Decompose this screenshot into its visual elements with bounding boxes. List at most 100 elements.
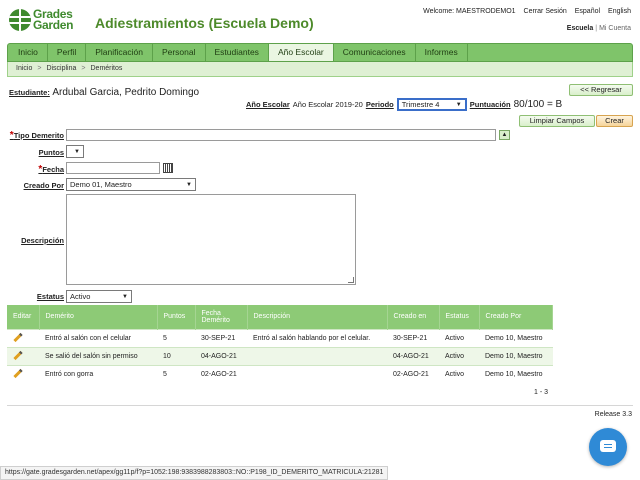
tab-inicio[interactable]: Inicio <box>9 44 48 61</box>
student-info: Estudiante: Ardubal Garcia, Pedrito Domi… <box>9 87 199 98</box>
creado-en-cell: 30-SEP-21 <box>387 328 439 347</box>
back-button[interactable]: << Regresar <box>569 84 633 96</box>
chevron-down-icon: ▼ <box>122 293 128 300</box>
pencil-edit-icon[interactable] <box>13 368 23 378</box>
descripcion-cell <box>247 364 387 383</box>
col-demerito[interactable]: Demérito <box>39 305 158 329</box>
tipo-demerito-label: *Tipo Demerito <box>9 130 64 141</box>
period-select[interactable]: Trimestre 4 ▼ <box>396 98 467 111</box>
subnav: Escuela | Mi Cuenta <box>567 25 631 32</box>
demerits-table: Editar Demérito Puntos Fecha Demérito De… <box>7 305 553 383</box>
demerito-cell: Se salió del salón sin permiso <box>39 346 157 365</box>
descripcion-textarea[interactable] <box>66 194 356 285</box>
welcome-text: Welcome: MAESTRODEMO1 <box>423 8 516 15</box>
create-button[interactable]: Crear <box>596 115 633 127</box>
school-link[interactable]: Escuela <box>567 25 593 32</box>
col-editar[interactable]: Editar <box>7 305 40 329</box>
logout-link[interactable]: Cerrar Sesión <box>524 8 567 15</box>
pencil-edit-icon[interactable] <box>13 332 23 342</box>
edit-cell[interactable] <box>7 346 39 365</box>
tab-estudiantes[interactable]: Estudiantes <box>206 44 269 61</box>
puntos-cell: 10 <box>157 346 195 365</box>
creado-en-cell: 04-AGO-21 <box>387 346 439 365</box>
resize-handle-icon[interactable] <box>348 277 354 283</box>
tab-planificacion[interactable]: Planificación <box>86 44 153 61</box>
col-puntos[interactable]: Puntos <box>157 305 196 329</box>
col-creado-por[interactable]: Creado Por <box>479 305 553 329</box>
lang-en-link[interactable]: English <box>608 8 631 15</box>
breadcrumb-disciplina[interactable]: Disciplina <box>46 65 76 72</box>
creado-por-select[interactable]: Demo 01, Maestro ▼ <box>66 178 196 191</box>
student-label: Estudiante: <box>9 88 50 97</box>
creado-por-cell: Demo 10, Maestro <box>479 328 553 347</box>
estatus-cell: Activo <box>439 328 479 347</box>
chat-icon <box>600 440 616 452</box>
subnav-separator: | <box>595 25 598 32</box>
col-fecha-demerito[interactable]: Fecha Demérito <box>195 305 248 329</box>
creado-por-cell: Demo 10, Maestro <box>479 346 553 365</box>
logo[interactable]: Grades Garden <box>9 7 74 32</box>
descripcion-label: Descripción <box>21 236 64 245</box>
row-count: 1 - 3 <box>534 389 549 396</box>
release-version: Release 3.3 <box>594 411 632 418</box>
puntos-cell: 5 <box>157 328 195 347</box>
tab-personal[interactable]: Personal <box>153 44 206 61</box>
creado-en-cell: 02-AGO-21 <box>387 364 439 383</box>
year-value: Año Escolar 2019-20 <box>292 100 363 109</box>
chevron-down-icon: ▼ <box>74 148 80 155</box>
creado-por-label: Creado Por <box>23 181 64 190</box>
breadcrumb-inicio[interactable]: Inicio <box>16 65 32 72</box>
fecha-cell: 02-AGO-21 <box>195 364 247 383</box>
chevron-down-icon: ▼ <box>455 101 462 108</box>
creado-por-value: Demo 01, Maestro <box>70 180 132 189</box>
main-menu: Inicio Perfil Planificación Personal Est… <box>7 43 633 62</box>
table-row: Entró al salón con el celular 5 30-SEP-2… <box>7 328 553 347</box>
col-descripcion[interactable]: Descripción <box>247 305 388 329</box>
breadcrumb-demeritos: Deméritos <box>90 65 123 72</box>
table-row: Entró con gorra 5 02-AGO-21 02-AGO-21 Ac… <box>7 364 553 383</box>
clear-fields-button[interactable]: Limpiar Campos <box>519 115 595 127</box>
logo-text: Grades Garden <box>33 7 74 32</box>
topbar: Welcome: MAESTRODEMO1 Cerrar Sesión Espa… <box>423 8 631 15</box>
fecha-input[interactable] <box>66 162 160 174</box>
breadcrumb: Inicio > Disciplina > Deméritos <box>7 62 633 77</box>
puntos-select[interactable]: ▼ <box>66 145 84 158</box>
school-year-line: Año Escolar Año Escolar 2019-20 Periodo … <box>246 98 562 111</box>
tab-perfil[interactable]: Perfil <box>48 44 87 61</box>
demerito-cell: Entró con gorra <box>39 364 157 383</box>
lang-es-link[interactable]: Español <box>575 8 600 15</box>
fecha-cell: 04-AGO-21 <box>195 346 247 365</box>
estatus-select[interactable]: Activo ▼ <box>66 290 132 303</box>
fecha-label: *Fecha <box>38 164 64 175</box>
chat-button[interactable] <box>589 428 627 466</box>
tab-ano-escolar[interactable]: Año Escolar <box>268 44 334 61</box>
puntos-cell: 5 <box>157 364 195 383</box>
score-value: 80/100 = B <box>513 99 563 110</box>
chevron-right-icon: > <box>81 65 86 72</box>
divider <box>7 405 633 406</box>
descripcion-cell <box>247 346 387 365</box>
globe-logo-icon <box>9 9 31 31</box>
edit-cell[interactable] <box>7 328 39 347</box>
descripcion-cell: Entró al salón hablando por el celular. <box>247 328 387 347</box>
chevron-right-icon: > <box>37 65 42 72</box>
tab-comunicaciones[interactable]: Comunicaciones <box>334 44 416 61</box>
col-creado-en[interactable]: Creado en <box>387 305 440 329</box>
tab-informes[interactable]: Informes <box>416 44 468 61</box>
status-bar-url: https://gate.gradesgarden.net/apex/gg11p… <box>0 466 389 480</box>
col-estatus[interactable]: Estatus <box>439 305 480 329</box>
expand-icon[interactable]: ▲ <box>499 130 510 140</box>
estatus-cell: Activo <box>439 364 479 383</box>
calendar-icon[interactable] <box>163 163 173 173</box>
tipo-demerito-input[interactable] <box>66 129 496 141</box>
estatus-value: Activo <box>70 292 91 301</box>
edit-cell[interactable] <box>7 364 39 383</box>
fecha-cell: 30-SEP-21 <box>195 328 247 347</box>
demerito-cell: Entró al salón con el celular <box>39 328 157 347</box>
account-link[interactable]: Mi Cuenta <box>599 25 631 32</box>
chevron-down-icon: ▼ <box>186 181 192 188</box>
pencil-edit-icon[interactable] <box>13 350 23 360</box>
year-label: Año Escolar <box>246 100 290 109</box>
table-row: Se salió del salón sin permiso 10 04-AGO… <box>7 346 553 365</box>
app-title: Adiestramientos (Escuela Demo) <box>95 15 314 31</box>
